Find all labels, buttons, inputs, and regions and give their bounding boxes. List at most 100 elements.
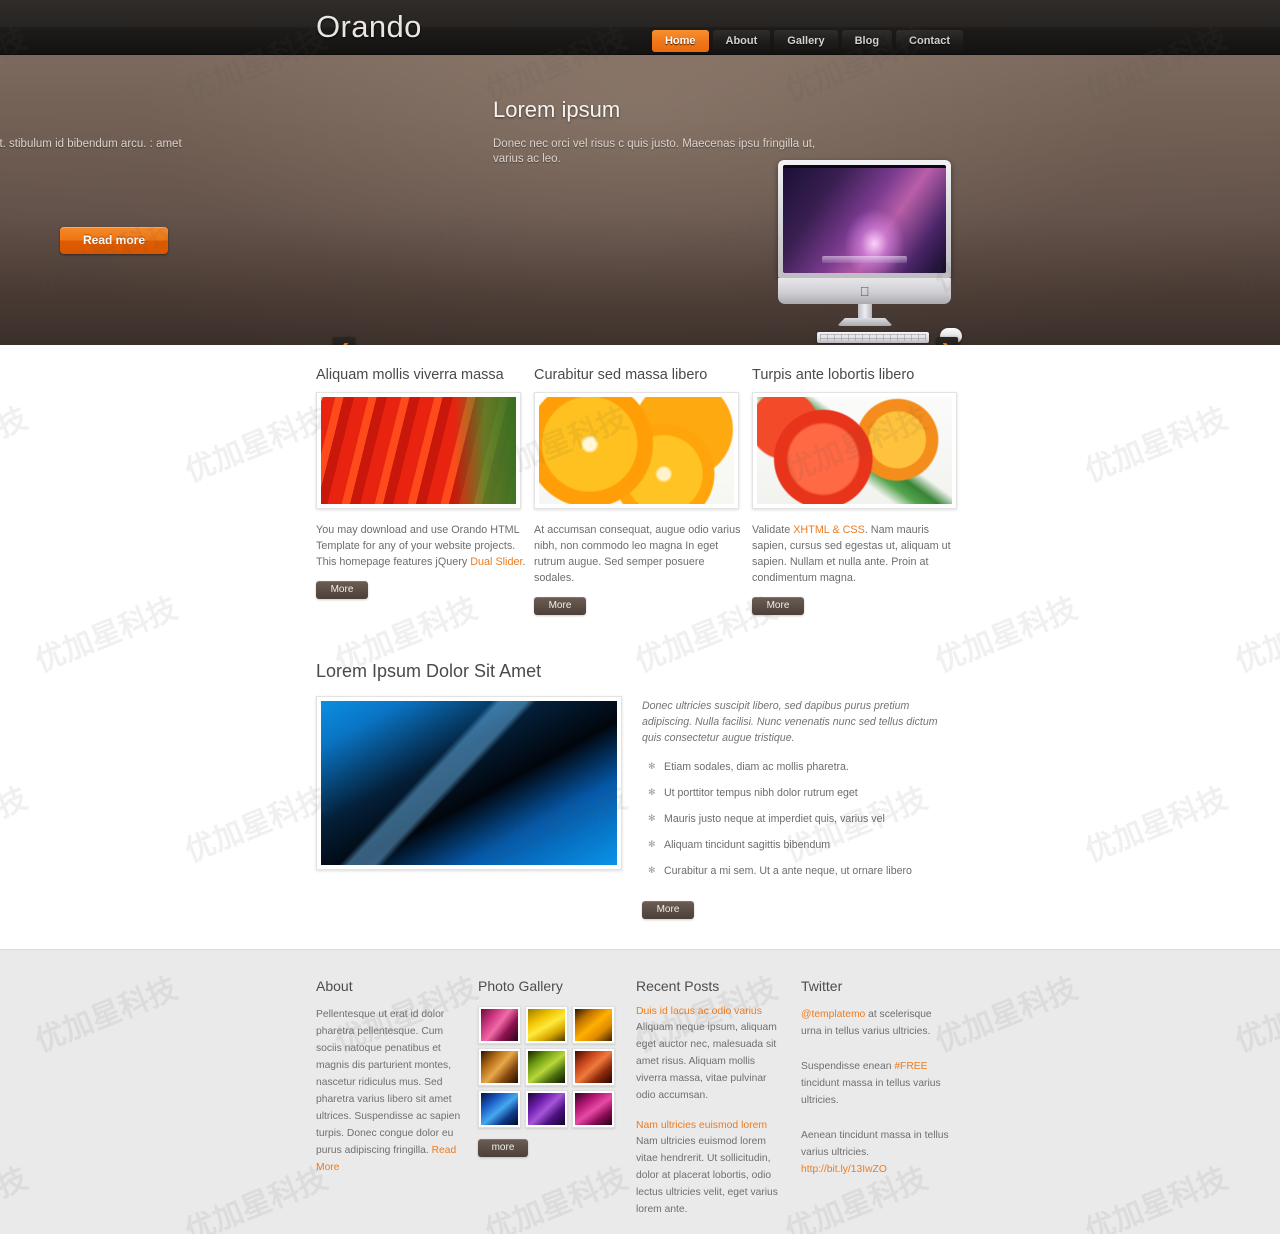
feature-link-1[interactable]: Dual Slider [470, 556, 522, 568]
lorem-list-item-label: Mauris justo neque at imperdiet quis, va… [664, 813, 885, 825]
slider-next-arrow-icon[interactable]: ❯ [936, 337, 958, 345]
feature-link-3[interactable]: XHTML & CSS [793, 524, 865, 536]
gallery-thumb-7[interactable] [478, 1090, 521, 1128]
footer-container: About Pellentesque ut erat id dolor phar… [316, 978, 964, 1234]
gallery-thumb-1[interactable] [478, 1006, 521, 1044]
imac-stand-neck [858, 304, 872, 320]
lorem-list-item: ✻ Etiam sodales, diam ac mollis pharetra. [642, 760, 948, 774]
feature-columns: Aliquam mollis viverra massa You may dow… [316, 367, 964, 615]
footer-about-column: About Pellentesque ut erat id dolor phar… [316, 978, 478, 1234]
feature-image-1[interactable] [316, 392, 521, 509]
recent-post-item: Duis id lacus ac odio varius Aliquam neq… [636, 1006, 786, 1104]
twitter-hashtag-link[interactable]: #FREE [894, 1061, 927, 1072]
hero-slider: t et, consectetur adipiscing elit. stibu… [0, 55, 1280, 345]
lorem-list-item: ✻ Aliquam tincidunt sagittis bibendum [642, 838, 948, 852]
lorem-section-title: Lorem Ipsum Dolor Sit Amet [316, 661, 542, 681]
gallery-thumb-9[interactable] [572, 1090, 615, 1128]
twitter-url-link[interactable]: http://bit.ly/13IwZO [801, 1164, 887, 1175]
lorem-list-item: ✻ Ut porttitor tempus nibh dolor rutrum e… [642, 786, 948, 800]
imac-stand-foot [837, 318, 893, 326]
tweet-item: Suspendisse enean #FREE tincidunt massa … [801, 1058, 953, 1109]
lorem-section: Lorem Ipsum Dolor Sit Amet Donec ultrici… [316, 661, 964, 919]
tweet-item: @templatemo at scelerisque urna in tellu… [801, 1006, 953, 1040]
gallery-thumb-8[interactable] [525, 1090, 568, 1128]
nav-item-blog[interactable]: Blog [841, 30, 893, 52]
footer-recent-posts-title: Recent Posts [636, 978, 720, 994]
lorem-list-item: ✻ Curabitur a mi sem. Ut a ante neque, ut… [642, 864, 948, 878]
nav-item-home[interactable]: Home [651, 30, 709, 52]
feature-more-button-2[interactable]: More [534, 597, 586, 615]
imac-keyboard [817, 332, 929, 343]
recent-post-item: Nam ultricies euismod lorem Nam ultricie… [636, 1120, 786, 1218]
feature-text-1: You may download and use Orando HTML Tem… [316, 522, 528, 570]
feature-text-2: At accumsan consequat, augue odio varius… [534, 522, 746, 586]
gallery-thumb-4[interactable] [478, 1048, 521, 1086]
feature-text-2-before: At accumsan consequat, augue odio varius… [534, 524, 741, 584]
content-container: Aliquam mollis viverra massa You may dow… [316, 367, 964, 919]
footer-twitter-column: Twitter @templatemo at scelerisque urna … [801, 978, 964, 1234]
footer-about-title: About [316, 978, 353, 994]
tweet-text: Aenean tincidunt massa in tellus varius … [801, 1130, 949, 1158]
asterisk-bullet-icon: ✻ [648, 787, 656, 797]
feature-column-3: Turpis ante lobortis libero Validate XHT… [752, 367, 964, 615]
nav-item-about[interactable]: About [712, 30, 771, 52]
imac-wallpaper [783, 165, 946, 273]
feature-title-2: Curabitur sed massa libero [534, 367, 708, 383]
twitter-handle-link[interactable]: @templatemo [801, 1009, 865, 1020]
footer-gallery-column: Photo Gallery more [478, 978, 636, 1234]
lorem-list-item-label: Ut porttitor tempus nibh dolor rutrum eg… [664, 787, 858, 799]
asterisk-bullet-icon: ✻ [648, 839, 656, 849]
slide-right-title: Lorem ipsum [493, 97, 621, 122]
footer-about-body: Pellentesque ut erat id dolor pharetra p… [316, 1009, 461, 1156]
gallery-thumb-2[interactable] [525, 1006, 568, 1044]
lorem-row: Donec ultricies suscipit libero, sed dap… [316, 696, 964, 919]
lorem-list-item-label: Curabitur a mi sem. Ut a ante neque, ut … [664, 865, 912, 877]
feature-title-1: Aliquam mollis viverra massa [316, 367, 504, 383]
feature-image-2[interactable] [534, 392, 739, 509]
slider-prev-arrow-icon[interactable]: ❮ [333, 337, 355, 345]
asterisk-bullet-icon: ✻ [648, 813, 656, 823]
slide-left-body: et, consectetur adipiscing elit. stibulu… [0, 138, 182, 150]
lorem-list-item-label: Aliquam tincidunt sagittis bibendum [664, 839, 831, 851]
feature-column-2: Curabitur sed massa libero At accumsan c… [534, 367, 746, 615]
lorem-bullet-list: ✻ Etiam sodales, diam ac mollis pharetra.… [642, 760, 948, 878]
gallery-thumb-3[interactable] [572, 1006, 615, 1044]
site-logo[interactable]: Orando [316, 9, 422, 45]
lorem-lead-text: Donec ultricies suscipit libero, sed dap… [642, 700, 938, 744]
feature-text-3: Validate XHTML & CSS. Nam mauris sapien,… [752, 522, 964, 586]
slider-read-more-button[interactable]: Read more [60, 227, 168, 254]
recent-post-title[interactable]: Nam ultricies euismod lorem [636, 1120, 786, 1131]
lorem-more-button[interactable]: More [642, 901, 694, 919]
imac-chin:  [778, 278, 951, 304]
main-navigation: Home About Gallery Blog Contact [651, 30, 963, 52]
site-footer: About Pellentesque ut erat id dolor phar… [0, 949, 1280, 1234]
tweet-text-tail: tincidunt massa in tellus varius ultrici… [801, 1078, 941, 1106]
tweet-text: Suspendisse enean [801, 1061, 895, 1072]
footer-gallery-more-button[interactable]: more [478, 1139, 528, 1157]
feature-text-3-before: Validate [752, 524, 794, 536]
footer-gallery-grid [478, 1006, 615, 1128]
feature-more-button-1[interactable]: More [316, 581, 368, 599]
site-header: Orando Home About Gallery Blog Contact [0, 0, 1280, 55]
feature-image-3[interactable] [752, 392, 957, 509]
slide-right-body: Donec nec orci vel risus c quis justo. M… [493, 138, 816, 165]
recent-post-body: Nam ultricies euismod lorem vitae hendre… [636, 1136, 778, 1215]
footer-about-text: Pellentesque ut erat id dolor pharetra p… [316, 1006, 462, 1176]
recent-post-title[interactable]: Duis id lacus ac odio varius [636, 1006, 786, 1017]
main-content: Aliquam mollis viverra massa You may dow… [0, 345, 1280, 919]
gallery-thumb-6[interactable] [572, 1048, 615, 1086]
footer-twitter-title: Twitter [801, 978, 843, 994]
tweet-item: Aenean tincidunt massa in tellus varius … [801, 1127, 953, 1178]
feature-column-1: Aliquam mollis viverra massa You may dow… [316, 367, 528, 615]
gallery-thumb-5[interactable] [525, 1048, 568, 1086]
footer-recent-posts-column: Recent Posts Duis id lacus ac odio variu… [636, 978, 801, 1234]
asterisk-bullet-icon: ✻ [648, 865, 656, 875]
nav-item-gallery[interactable]: Gallery [774, 30, 838, 52]
feature-more-button-3[interactable]: More [752, 597, 804, 615]
apple-logo-icon:  [860, 285, 870, 298]
nav-item-contact[interactable]: Contact [896, 30, 963, 52]
lorem-image[interactable] [316, 696, 622, 870]
recent-post-body: Aliquam neque ipsum, aliquam eget auctor… [636, 1022, 777, 1101]
lorem-list-item-label: Etiam sodales, diam ac mollis pharetra. [664, 761, 849, 773]
footer-columns: About Pellentesque ut erat id dolor phar… [316, 978, 964, 1234]
